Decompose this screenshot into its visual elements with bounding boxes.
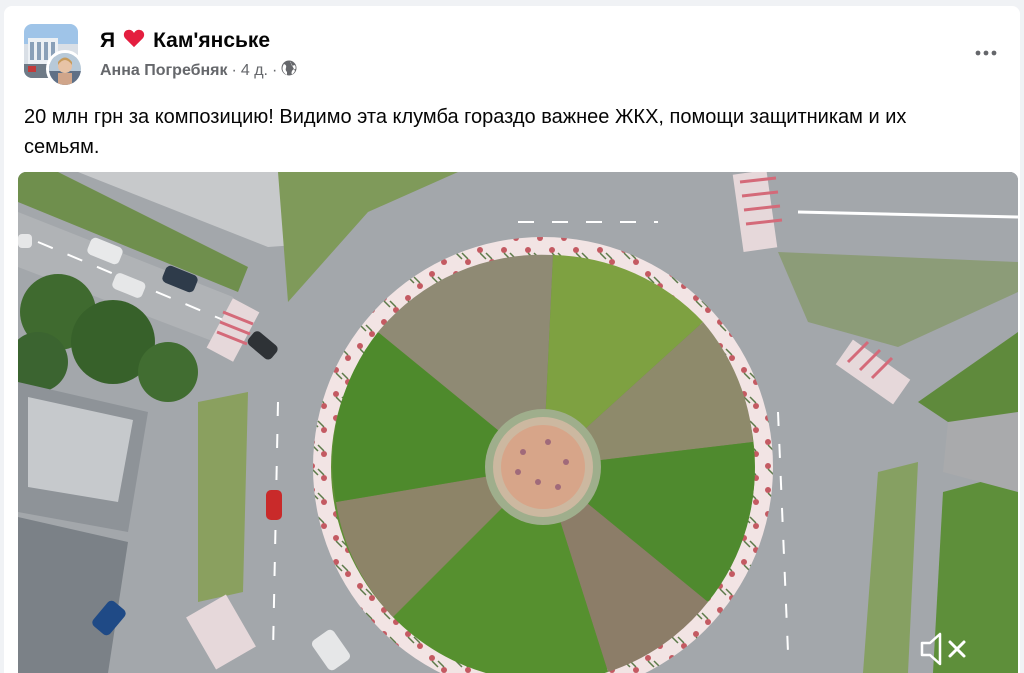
meta-separator: · <box>271 61 278 79</box>
post-video[interactable] <box>18 172 1018 673</box>
globe-icon <box>281 60 297 81</box>
author-avatar[interactable] <box>46 50 84 88</box>
meta-separator: · <box>231 61 237 79</box>
post-card: Я Кам'янське Анна Погребняк · 4 д. · 20 … <box>4 6 1020 673</box>
group-name[interactable]: Кам'янське <box>153 29 270 53</box>
post-meta: Анна Погребняк · 4 д. · <box>100 60 297 81</box>
post-header: Я Кам'янське Анна Погребняк · 4 д. · <box>24 24 1004 88</box>
group-name-prefix[interactable]: Я <box>100 29 115 53</box>
more-dots-icon <box>975 43 997 61</box>
more-options-button[interactable] <box>968 34 1004 70</box>
group-avatar-stack[interactable] <box>24 24 84 88</box>
speaker-muted-icon <box>918 631 974 667</box>
group-title[interactable]: Я Кам'янське <box>100 28 270 54</box>
author-name[interactable]: Анна Погребняк <box>100 62 228 80</box>
post-text: 20 млн грн за композицию! Видимо эта клу… <box>24 106 907 158</box>
roundabout-aerial-image <box>18 172 1018 673</box>
heart-icon <box>123 28 145 54</box>
mute-toggle-button[interactable] <box>916 629 976 669</box>
post-time[interactable]: 4 д. <box>241 62 268 80</box>
